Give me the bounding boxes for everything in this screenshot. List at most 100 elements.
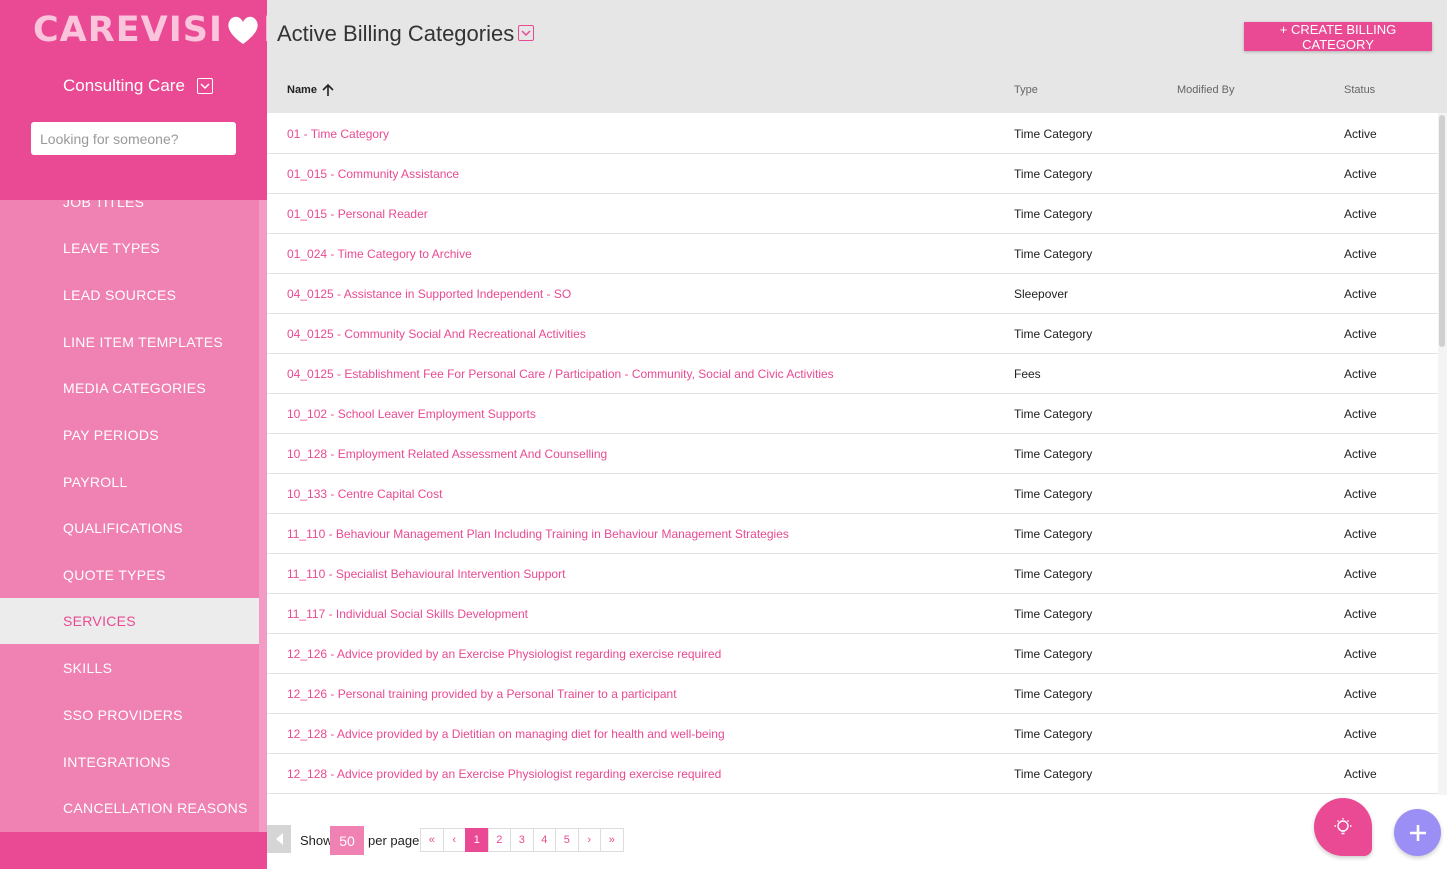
org-name: Consulting Care [63, 76, 185, 95]
page-button-5[interactable]: 5 [555, 828, 579, 852]
sidebar-item-qualifications[interactable]: QUALIFICATIONS [0, 505, 259, 551]
column-header-status[interactable]: Status [1344, 82, 1375, 98]
category-name-link[interactable]: 01 - Time Category [287, 114, 389, 154]
sidebar-item-pay-periods[interactable]: PAY PERIODS [0, 412, 259, 458]
category-name-link[interactable]: 11_110 - Behaviour Management Plan Inclu… [287, 514, 789, 554]
sidebar-scrollbar[interactable] [259, 200, 267, 832]
per-page-label: per page [368, 832, 420, 848]
sidebar-item-media-categories[interactable]: MEDIA CATEGORIES [0, 365, 259, 411]
sidebar-item-services[interactable]: SERVICES [0, 598, 259, 644]
next-page-button[interactable]: › [577, 828, 601, 852]
table-row[interactable]: 11_117 - Individual Social Skills Develo… [267, 594, 1438, 634]
category-type: Time Category [1014, 727, 1093, 741]
show-label: Show [300, 832, 333, 848]
sidebar-footer [0, 832, 267, 869]
heart-icon [228, 16, 258, 44]
prev-page-button[interactable]: ‹ [442, 828, 466, 852]
table-row[interactable]: 11_110 - Behaviour Management Plan Inclu… [267, 514, 1438, 554]
scrollbar-thumb[interactable] [1439, 115, 1445, 347]
carevision-logo[interactable]: CAREVISIN [33, 10, 267, 50]
table-row[interactable]: 04_0125 - Community Social And Recreatio… [267, 314, 1438, 354]
chevron-down-icon[interactable] [196, 78, 213, 94]
category-name-link[interactable]: 12_126 - Personal training provided by a… [287, 674, 677, 714]
category-status: Active [1344, 207, 1377, 221]
table-row[interactable]: 12_126 - Personal training provided by a… [267, 674, 1438, 714]
sidebar-header: CAREVISIN Consulting Care [0, 0, 267, 200]
sidebar-nav: JOB TITLES LEAVE TYPES LEAD SOURCES LINE IT… [0, 200, 259, 832]
table-row[interactable]: 01_024 - Time Category to Archive Time Ca… [267, 234, 1438, 274]
category-name-link[interactable]: 04_0125 - Community Social And Recreatio… [287, 314, 586, 354]
help-button[interactable] [1314, 798, 1372, 856]
table-row[interactable]: 12_126 - Advice provided by an Exercise … [267, 634, 1438, 674]
page-button-1[interactable]: 1 [465, 828, 489, 852]
table-row[interactable]: 10_128 - Employment Related Assessment A… [267, 434, 1438, 474]
category-type: Time Category [1014, 127, 1093, 141]
category-status: Active [1344, 247, 1377, 261]
category-name-link[interactable]: 11_110 - Specialist Behavioural Interven… [287, 554, 565, 594]
category-name-link[interactable]: 04_0125 - Establishment Fee For Personal… [287, 354, 834, 394]
sidebar: CAREVISIN Consulting Care JOB TITLESLEAV… [0, 0, 267, 869]
category-status: Active [1344, 287, 1377, 301]
category-status: Active [1344, 767, 1377, 781]
org-switcher[interactable]: Consulting Care [63, 74, 213, 98]
collapse-sidebar-button[interactable] [267, 825, 291, 853]
column-header-type[interactable]: Type [1014, 82, 1038, 98]
category-name-link[interactable]: 12_126 - Advice provided by an Exercise … [287, 634, 721, 674]
category-name-link[interactable]: 10_102 - School Leaver Employment Suppor… [287, 394, 536, 434]
category-name-link[interactable]: 04_0125 - Assistance in Supported Indepe… [287, 274, 571, 314]
last-page-button[interactable]: » [600, 828, 624, 852]
category-name-link[interactable]: 01_015 - Personal Reader [287, 194, 428, 234]
category-name-link[interactable]: 01_024 - Time Category to Archive [287, 234, 472, 274]
page-button-4[interactable]: 4 [532, 828, 556, 852]
category-type: Fees [1014, 367, 1041, 381]
sidebar-item-job-titles[interactable]: JOB TITLES [0, 200, 259, 225]
category-name-link[interactable]: 10_128 - Employment Related Assessment A… [287, 434, 607, 474]
lightbulb-icon [1334, 818, 1352, 835]
sidebar-item-lead-sources[interactable]: LEAD SOURCES [0, 272, 259, 318]
sidebar-item-cancellation-reasons[interactable]: CANCELLATION REASONS [0, 785, 259, 831]
sidebar-item-line-item-templates[interactable]: LINE ITEM TEMPLATES [0, 319, 259, 365]
category-name-link[interactable]: 12_128 - Advice provided by a Dietitian … [287, 714, 725, 754]
add-button[interactable] [1394, 809, 1441, 856]
category-status: Active [1344, 447, 1377, 461]
sidebar-item-payroll[interactable]: PAYROLL [0, 459, 259, 505]
category-name-link[interactable]: 12_128 - Advice provided by an Exercise … [287, 754, 721, 794]
first-page-button[interactable]: « [420, 828, 444, 852]
sidebar-item-leave-types[interactable]: LEAVE TYPES [0, 225, 259, 271]
per-page-select[interactable]: 50 [330, 826, 364, 855]
table-row[interactable]: 10_133 - Centre Capital Cost Time Categor… [267, 474, 1438, 514]
category-type: Time Category [1014, 327, 1093, 341]
page-title: Active Billing Categories [277, 21, 515, 46]
category-name-link[interactable]: 10_133 - Centre Capital Cost [287, 474, 442, 514]
sidebar-item-integrations[interactable]: INTEGRATIONS [0, 739, 259, 785]
chevron-down-icon[interactable] [518, 25, 534, 41]
page-button-3[interactable]: 3 [510, 828, 534, 852]
table-row[interactable]: 11_110 - Specialist Behavioural Interven… [267, 554, 1438, 594]
table-row[interactable]: 12_128 - Advice provided by a Dietitian … [267, 714, 1438, 754]
sidebar-item-sso-providers[interactable]: SSO PROVIDERS [0, 692, 259, 738]
sidebar-item-skills[interactable]: SKILLS [0, 645, 259, 691]
category-status: Active [1344, 327, 1377, 341]
category-type: Time Category [1014, 407, 1093, 421]
table-row[interactable]: 04_0125 - Assistance in Supported Indepe… [267, 274, 1438, 314]
sidebar-item-quote-types[interactable]: QUOTE TYPES [0, 552, 259, 598]
table-row[interactable]: 04_0125 - Establishment Fee For Personal… [267, 354, 1438, 394]
column-header-name[interactable]: Name [287, 82, 335, 98]
table-row[interactable]: 01_015 - Personal Reader Time Category Act… [267, 194, 1438, 234]
category-status: Active [1344, 567, 1377, 581]
table-row[interactable]: 12_128 - Advice provided by an Exercise … [267, 754, 1438, 794]
table-row[interactable]: 01 - Time Category Time Category Active [267, 114, 1438, 154]
search-input[interactable] [31, 122, 236, 155]
category-type: Time Category [1014, 447, 1093, 461]
category-status: Active [1344, 407, 1377, 421]
table-row[interactable]: 01_015 - Community Assistance Time Catego… [267, 154, 1438, 194]
column-header-modified-by[interactable]: Modified By [1177, 82, 1234, 98]
table-scrollbar[interactable] [1438, 113, 1447, 795]
category-status: Active [1344, 527, 1377, 541]
category-type: Time Category [1014, 607, 1093, 621]
category-name-link[interactable]: 01_015 - Community Assistance [287, 154, 459, 194]
category-name-link[interactable]: 11_117 - Individual Social Skills Develo… [287, 594, 528, 634]
table-row[interactable]: 10_102 - School Leaver Employment Suppor… [267, 394, 1438, 434]
create-billing-category-button[interactable]: + CREATE BILLING CATEGORY [1244, 22, 1432, 52]
page-button-2[interactable]: 2 [487, 828, 511, 852]
